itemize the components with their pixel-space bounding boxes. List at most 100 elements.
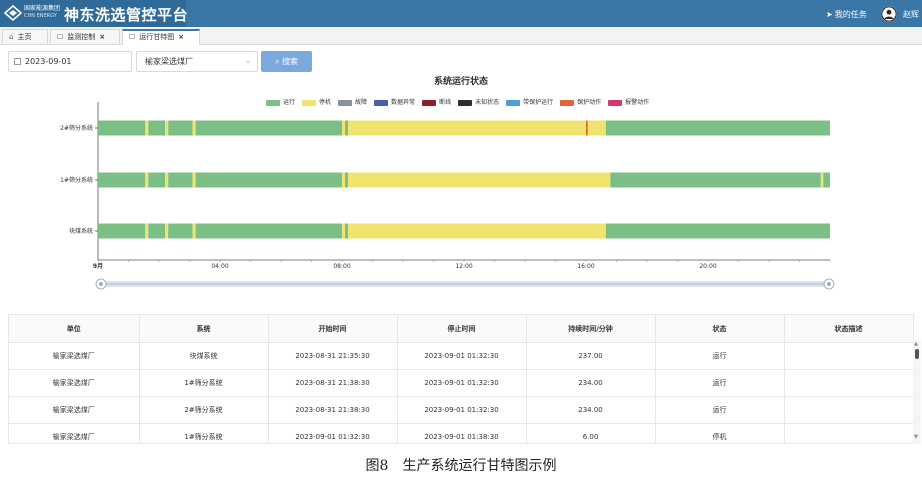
column-header[interactable]: 开始时间 (268, 315, 398, 343)
cell-duration: 6.00 (526, 423, 656, 443)
chart-title: 系统运行状态 (433, 77, 488, 87)
tab-gantt[interactable]: ☐ 运行甘特图 × (122, 29, 200, 45)
cell-status: 运行 (655, 342, 785, 370)
cell-stop: 2023-09-01 01:38:30 (397, 423, 527, 443)
gantt-segment-stopped[interactable] (145, 172, 149, 188)
gantt-segment-stopped[interactable] (192, 120, 196, 136)
gantt-segment-running[interactable] (605, 120, 830, 136)
scroll-down-icon[interactable]: ▼ (914, 435, 918, 440)
brand-block: 国家能源集团 CHN ENERGY 神东洗选管控平台 (0, 0, 189, 27)
y-tick-label: 2#筛分系统 (60, 124, 93, 132)
cell-start: 2023-08-31 21:38:30 (268, 396, 398, 424)
table-row[interactable]: 榆家梁选煤厂 1#筛分系统 2023-08-31 21:38:30 2023-0… (9, 369, 913, 397)
gantt-segment-running[interactable] (148, 223, 166, 239)
logo-en-text: CHN ENERGY (24, 13, 57, 19)
my-tasks-link[interactable]: ➤ 我的任务 (826, 9, 867, 20)
gantt-segment-stopped[interactable] (820, 172, 824, 188)
tab-monitor-control[interactable]: ☐ 监测控制 × (50, 29, 120, 43)
search-button[interactable]: ⌕ 搜索 (261, 51, 312, 72)
gantt-segment-stopped[interactable] (145, 223, 149, 239)
cell-start: 2023-08-31 21:35:30 (268, 342, 398, 370)
plant-select[interactable]: 榆家梁选煤厂 ⌄ (136, 51, 258, 72)
gantt-segment-running[interactable] (168, 120, 193, 136)
gantt-segment-running[interactable] (98, 223, 146, 239)
cell-start: 2023-09-01 01:32:30 (268, 423, 398, 443)
gantt-segment-stopped[interactable] (192, 172, 196, 188)
gantt-segment-running[interactable] (345, 223, 349, 239)
gantt-segment-stopped[interactable] (342, 223, 346, 239)
gantt-segment-running[interactable] (345, 172, 349, 188)
gantt-segment-running[interactable] (148, 172, 166, 188)
column-header[interactable]: 系统 (139, 315, 269, 343)
x-tick-label: 9月 (93, 262, 103, 270)
gantt-segment-stopped[interactable] (348, 223, 606, 239)
gantt-segment-running[interactable] (98, 172, 146, 188)
table-row[interactable]: 榆家梁选煤厂 块煤系统 2023-08-31 21:35:30 2023-09-… (9, 342, 913, 370)
zoom-handle-grip-icon (99, 282, 103, 286)
scroll-up-icon[interactable]: ▲ (914, 342, 918, 347)
gantt-segment-stopped[interactable] (587, 120, 606, 136)
username[interactable]: 赵辉 (903, 9, 919, 20)
plant-value: 榆家梁选煤厂 (145, 57, 193, 66)
cell-system: 1#筛分系统 (139, 423, 269, 443)
table-row[interactable]: 榆家梁选煤厂 1#筛分系统 2023-09-01 01:32:30 2023-0… (9, 423, 913, 443)
tab-label: 监测控制 (67, 33, 96, 41)
date-value: 2023-09-01 (25, 57, 72, 66)
user-icon (881, 6, 897, 22)
column-header[interactable]: 状态描述 (784, 315, 913, 343)
cell-duration: 234.00 (526, 369, 656, 397)
tab-home[interactable]: ⌂ 主页 (2, 29, 48, 43)
my-tasks-label: 我的任务 (834, 10, 867, 19)
y-tick-label: 块煤系统 (69, 227, 93, 235)
gantt-segment-stopped[interactable] (165, 120, 169, 136)
status-table: 单位 系统 开始时间 停止时间 持续时间/分钟 状态 状态描述 榆家梁选煤厂 块… (8, 314, 914, 444)
gantt-segment-running[interactable] (195, 120, 342, 136)
table-scrollbar[interactable]: ▲ ▼ (913, 340, 921, 444)
chn-energy-logo-icon (4, 5, 22, 21)
x-tick-label: 12:00 (455, 263, 472, 270)
gantt-segment-running[interactable] (605, 223, 830, 239)
gantt-segment-stopped[interactable] (342, 120, 346, 136)
gantt-segment-stopped[interactable] (165, 172, 169, 188)
gantt-segment-running[interactable] (195, 223, 342, 239)
gantt-segment-running[interactable] (823, 172, 830, 188)
gantt-segment-protect_action[interactable] (586, 120, 588, 136)
scroll-thumb[interactable] (915, 349, 919, 359)
cell-description (784, 396, 913, 424)
cell-system: 2#筛分系统 (139, 396, 269, 424)
gantt-segment-stopped[interactable] (165, 223, 169, 239)
search-icon: ⌕ (274, 57, 280, 66)
gantt-segment-running[interactable] (195, 172, 342, 188)
gantt-segment-stopped[interactable] (192, 223, 196, 239)
calendar-icon (14, 58, 21, 65)
column-header[interactable]: 停止时间 (397, 315, 527, 343)
close-icon[interactable]: × (99, 30, 105, 44)
x-tick-label: 20:00 (699, 263, 716, 270)
gantt-segment-running[interactable] (148, 120, 166, 136)
gantt-segment-running[interactable] (610, 172, 821, 188)
gantt-segment-stopped[interactable] (342, 172, 346, 188)
table-header-row: 单位 系统 开始时间 停止时间 持续时间/分钟 状态 状态描述 (9, 315, 913, 343)
date-picker[interactable]: 2023-09-01 (8, 51, 132, 72)
app-title: 神东洗选管控平台 (64, 6, 189, 24)
column-header[interactable]: 单位 (9, 315, 140, 343)
y-tick-label: 1#筛分系统 (60, 176, 93, 184)
page-icon: ☐ (129, 33, 136, 41)
gantt-segment-running[interactable] (345, 120, 349, 136)
gantt-segment-stopped[interactable] (348, 172, 611, 188)
gantt-segment-stopped[interactable] (348, 120, 586, 136)
table-row[interactable]: 榆家梁选煤厂 2#筛分系统 2023-08-31 21:38:30 2023-0… (9, 396, 913, 424)
gantt-segment-running[interactable] (168, 172, 193, 188)
column-header[interactable]: 持续时间/分钟 (526, 315, 656, 343)
cell-stop: 2023-09-01 01:32:30 (397, 396, 527, 424)
gantt-segment-running[interactable] (98, 120, 146, 136)
close-icon[interactable]: × (178, 31, 184, 43)
gantt-segment-running[interactable] (168, 223, 193, 239)
column-header[interactable]: 状态 (655, 315, 785, 343)
logo-cn-text: 国家能源集团 (24, 5, 61, 12)
zoom-slider-range (98, 283, 830, 285)
gantt-segment-stopped[interactable] (145, 120, 149, 136)
tab-label: 主页 (17, 33, 32, 41)
x-tick-label: 16:00 (577, 263, 594, 270)
user-avatar[interactable] (881, 6, 897, 22)
